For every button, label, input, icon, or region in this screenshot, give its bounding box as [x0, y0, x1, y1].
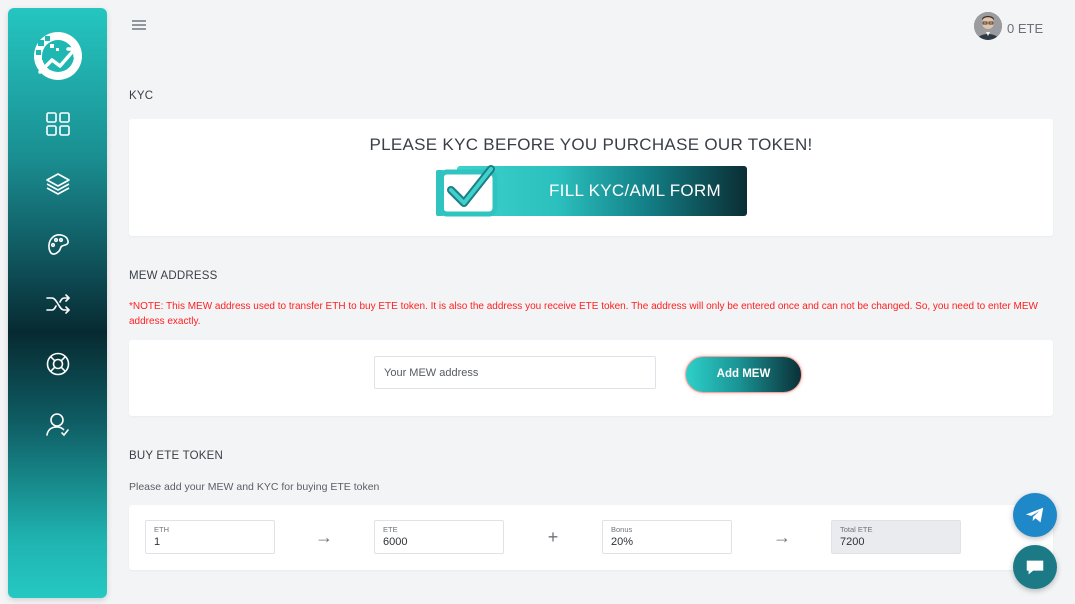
dashboard-icon[interactable]: [43, 109, 73, 139]
lifebuoy-icon[interactable]: [43, 349, 73, 379]
menu-icon[interactable]: [130, 17, 148, 33]
total-ete-field-value: 7200: [840, 536, 865, 548]
layers-icon[interactable]: [43, 169, 73, 199]
kyc-section-title: KYC: [129, 90, 154, 102]
buy-card: ETH 1 → ETE 6000 + Bonus 20% → Total ETE…: [129, 505, 1053, 570]
user-icon[interactable]: [43, 409, 73, 439]
kyc-card: PLEASE KYC BEFORE YOU PURCHASE OUR TOKEN…: [129, 119, 1053, 236]
sidebar: [8, 8, 107, 598]
total-ete-field-label: Total ETE: [840, 525, 873, 534]
total-ete-field: Total ETE 7200: [831, 520, 961, 554]
buy-subtext: Please add your MEW and KYC for buying E…: [129, 481, 380, 493]
telegram-button[interactable]: [1013, 493, 1057, 537]
ete-field[interactable]: ETE 6000: [374, 520, 504, 554]
kyc-button-label: FILL KYC/AML FORM: [549, 181, 721, 200]
fill-kyc-aml-form-button[interactable]: FILL KYC/AML FORM: [435, 163, 747, 218]
buy-section-title: BUY ETE TOKEN: [129, 450, 223, 462]
eth-field-value[interactable]: 1: [154, 535, 266, 550]
telegram-icon: [1025, 507, 1044, 523]
bonus-field: Bonus 20%: [602, 520, 732, 554]
checkbox-check-icon: [436, 165, 498, 217]
shuffle-icon[interactable]: [43, 289, 73, 319]
bonus-field-label: Bonus: [611, 525, 633, 534]
plus-icon: +: [547, 527, 559, 547]
bonus-field-value: 20%: [611, 536, 634, 548]
mew-note: *NOTE: This MEW address used to transfer…: [129, 301, 1038, 327]
add-mew-button[interactable]: Add MEW: [685, 356, 802, 393]
chat-button[interactable]: [1013, 545, 1057, 589]
palette-icon[interactable]: [43, 229, 73, 259]
token-balance: 0 ETE: [1007, 21, 1044, 36]
mew-section-title: MEW ADDRESS: [129, 270, 218, 282]
arrow-right-icon: →: [773, 527, 791, 547]
avatar[interactable]: [974, 12, 1002, 40]
kyc-heading: PLEASE KYC BEFORE YOU PURCHASE OUR TOKEN…: [369, 135, 813, 154]
logo[interactable]: [32, 30, 84, 82]
eth-field[interactable]: ETH 1: [145, 520, 275, 554]
mew-card: Add MEW: [129, 340, 1053, 416]
eth-field-label: ETH: [154, 525, 169, 534]
ete-field-label: ETE: [383, 525, 398, 534]
mew-address-input[interactable]: [374, 356, 656, 389]
chat-icon: [1026, 560, 1044, 575]
arrow-right-icon: →: [315, 527, 333, 547]
ete-field-value[interactable]: 6000: [383, 535, 495, 550]
